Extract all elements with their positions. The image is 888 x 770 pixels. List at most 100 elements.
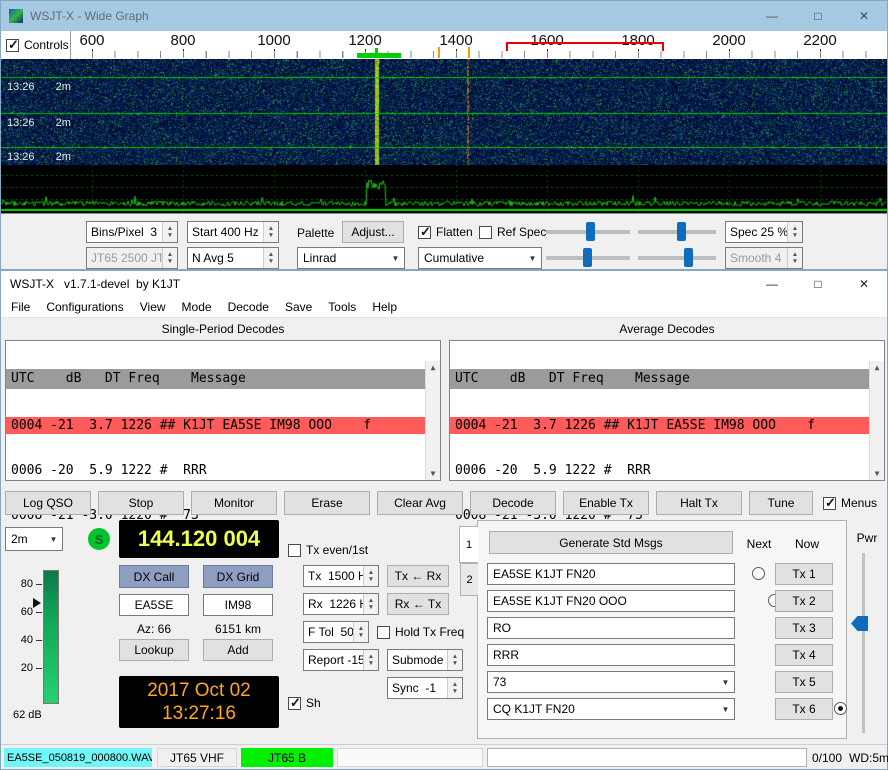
spin-arrows-icon[interactable] bbox=[162, 222, 177, 242]
menu-tools[interactable]: Tools bbox=[320, 297, 364, 317]
dx-call-field[interactable]: EA5SE bbox=[119, 594, 189, 616]
close-icon[interactable]: ✕ bbox=[841, 1, 887, 31]
scrollbar[interactable]: ▲▼ bbox=[425, 361, 440, 480]
waterfall-display[interactable] bbox=[1, 59, 887, 165]
tx6-message-combo[interactable]: CQ K1JT FN20 bbox=[487, 698, 735, 720]
menu-decode[interactable]: Decode bbox=[220, 297, 277, 317]
rx-from-tx-button[interactable]: Rx ← Tx bbox=[387, 593, 449, 615]
report-spin[interactable]: Report -15 bbox=[303, 649, 379, 671]
menu-help[interactable]: Help bbox=[364, 297, 405, 317]
wide-graph-titlebar[interactable]: WSJT-X - Wide Graph — □ ✕ bbox=[1, 1, 887, 31]
menu-mode[interactable]: Mode bbox=[174, 297, 220, 317]
dx-grid-field[interactable]: IM98 bbox=[203, 594, 273, 616]
tx2-now-button[interactable]: Tx 2 bbox=[775, 590, 833, 612]
scrollbar[interactable]: ▲▼ bbox=[869, 361, 884, 480]
tx-even-checkbox[interactable]: Tx even/1st bbox=[288, 543, 368, 557]
spin-arrows-icon[interactable] bbox=[263, 222, 278, 242]
spectrum-gain-slider[interactable] bbox=[546, 247, 630, 269]
spectrum-zero-slider[interactable] bbox=[638, 247, 716, 269]
clear-avg-button[interactable]: Clear Avg bbox=[377, 491, 463, 515]
menus-checkbox[interactable]: Menus bbox=[823, 496, 877, 510]
tx4-message-field[interactable]: RRR bbox=[487, 644, 735, 666]
start-freq-spin[interactable]: Start 400 Hz bbox=[187, 221, 279, 243]
stop-button[interactable]: Stop bbox=[98, 491, 184, 515]
add-button[interactable]: Add bbox=[203, 639, 273, 661]
tx5-message-combo[interactable]: 73 bbox=[487, 671, 735, 693]
tx2-message-field[interactable]: EA5SE K1JT FN20 OOO bbox=[487, 590, 735, 612]
tab-2[interactable]: 2 bbox=[460, 563, 478, 596]
maximize-icon[interactable]: □ bbox=[795, 271, 841, 297]
band-combo[interactable]: 2m bbox=[5, 527, 63, 551]
adjust-button[interactable]: Adjust... bbox=[342, 221, 404, 243]
menu-configurations[interactable]: Configurations bbox=[38, 297, 131, 317]
tx1-now-button[interactable]: Tx 1 bbox=[775, 563, 833, 585]
submode-spin[interactable]: Submode B bbox=[387, 649, 463, 671]
smooth-spin[interactable]: Smooth 4 bbox=[725, 247, 803, 269]
f-tol-spin[interactable]: F Tol 50 bbox=[303, 621, 369, 643]
spin-arrows-icon[interactable] bbox=[353, 622, 368, 642]
minimize-icon[interactable]: — bbox=[749, 1, 795, 31]
hold-tx-freq-checkbox[interactable]: Hold Tx Freq bbox=[377, 625, 464, 639]
tab-1[interactable]: 1 bbox=[459, 526, 478, 563]
waterfall-zero-slider[interactable] bbox=[638, 221, 716, 243]
palette-combo[interactable]: Linrad bbox=[297, 247, 405, 269]
slider-thumb[interactable] bbox=[684, 248, 693, 267]
tx-from-rx-button[interactable]: Tx ← Rx bbox=[387, 565, 449, 587]
spin-arrows-icon[interactable] bbox=[162, 248, 177, 268]
n-avg-spin[interactable]: N Avg 5 bbox=[187, 247, 279, 269]
dx-grid-button[interactable]: DX Grid bbox=[203, 565, 273, 588]
controls-checkbox[interactable]: Controls bbox=[6, 38, 69, 52]
spin-arrows-icon[interactable] bbox=[787, 222, 802, 242]
decode-row[interactable]: 0006 -20 5.9 1222 # RRR bbox=[450, 462, 869, 479]
tx4-now-button[interactable]: Tx 4 bbox=[775, 644, 833, 666]
dx-call-button[interactable]: DX Call bbox=[119, 565, 189, 588]
sync-spin[interactable]: Sync -1 bbox=[387, 677, 463, 699]
log-qso-button[interactable]: Log QSO bbox=[5, 491, 91, 515]
slider-thumb[interactable] bbox=[586, 222, 595, 241]
tx3-now-button[interactable]: Tx 3 bbox=[775, 617, 833, 639]
close-icon[interactable]: ✕ bbox=[841, 271, 887, 297]
scroll-down-icon[interactable]: ▼ bbox=[431, 469, 436, 478]
tx6-now-button[interactable]: Tx 6 bbox=[775, 698, 833, 720]
slider-track[interactable] bbox=[638, 256, 716, 260]
jt65-jt9-split-spin[interactable]: JT65 2500 JT9 bbox=[86, 247, 178, 269]
tx1-next-radio[interactable] bbox=[752, 567, 765, 580]
erase-button[interactable]: Erase bbox=[284, 491, 370, 515]
spec-percent-spin[interactable]: Spec 25 % bbox=[725, 221, 803, 243]
main-titlebar[interactable]: WSJT-X v1.7.1-devel by K1JT — □ ✕ bbox=[1, 271, 887, 297]
pwr-slider-track[interactable] bbox=[862, 553, 865, 733]
tx6-next-radio[interactable] bbox=[834, 702, 847, 715]
spin-arrows-icon[interactable] bbox=[363, 566, 378, 586]
pwr-slider-thumb[interactable] bbox=[851, 616, 868, 631]
lookup-button[interactable]: Lookup bbox=[119, 639, 189, 661]
spectrum-type-combo[interactable]: Cumulative bbox=[418, 247, 542, 269]
generate-std-msgs-button[interactable]: Generate Std Msgs bbox=[489, 531, 733, 554]
decode-row[interactable]: 0006 -20 5.9 1222 # RRR bbox=[6, 462, 425, 479]
spin-arrows-icon[interactable] bbox=[787, 248, 802, 268]
spin-arrows-icon[interactable] bbox=[263, 248, 278, 268]
spin-arrows-icon[interactable] bbox=[447, 678, 462, 698]
menu-save[interactable]: Save bbox=[277, 297, 320, 317]
halt-tx-button[interactable]: Halt Tx bbox=[656, 491, 742, 515]
scroll-up-icon[interactable]: ▲ bbox=[875, 363, 880, 372]
scroll-down-icon[interactable]: ▼ bbox=[875, 469, 880, 478]
menu-view[interactable]: View bbox=[132, 297, 174, 317]
menu-file[interactable]: File bbox=[3, 297, 38, 317]
tx-freq-spin[interactable]: Tx 1500 Hz bbox=[303, 565, 379, 587]
ref-spec-checkbox[interactable]: Ref Spec bbox=[479, 225, 546, 239]
tx3-message-field[interactable]: RO bbox=[487, 617, 735, 639]
tx1-message-field[interactable]: EA5SE K1JT FN20 bbox=[487, 563, 735, 585]
flatten-checkbox[interactable]: Flatten bbox=[418, 225, 473, 239]
spin-arrows-icon[interactable] bbox=[363, 594, 378, 614]
waterfall-gain-slider[interactable] bbox=[546, 221, 630, 243]
slider-thumb[interactable] bbox=[677, 222, 686, 241]
minimize-icon[interactable]: — bbox=[749, 271, 795, 297]
spin-arrows-icon[interactable] bbox=[363, 650, 378, 670]
decode-row[interactable]: 0004 -21 3.7 1226 ## K1JT EA5SE IM98 OOO… bbox=[450, 417, 869, 434]
monitor-button[interactable]: Monitor bbox=[191, 491, 277, 515]
spin-arrows-icon[interactable] bbox=[447, 650, 462, 670]
bins-pixel-spin[interactable]: Bins/Pixel 3 bbox=[86, 221, 178, 243]
slider-thumb[interactable] bbox=[583, 248, 592, 267]
decode-row[interactable]: 0004 -21 3.7 1226 ## K1JT EA5SE IM98 OOO… bbox=[6, 417, 425, 434]
scroll-up-icon[interactable]: ▲ bbox=[431, 363, 436, 372]
